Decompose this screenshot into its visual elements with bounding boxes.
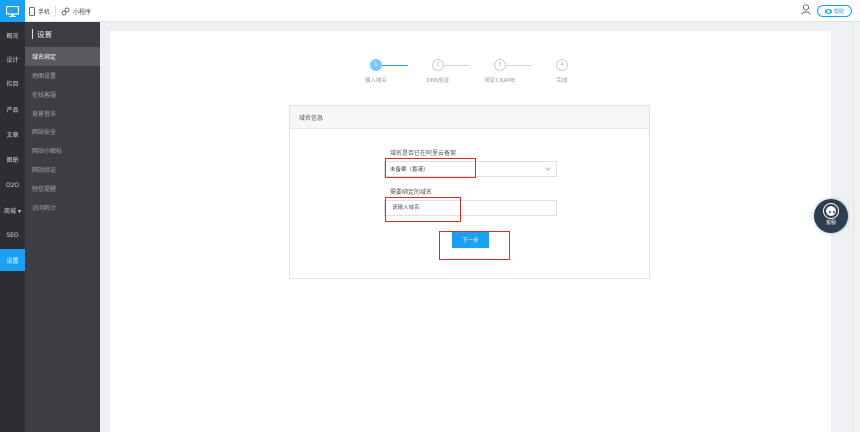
subnav-label: 背景音乐 — [32, 111, 57, 118]
subnav-item-map-settings[interactable]: 地图设置 — [25, 66, 100, 85]
chevron-down-icon — [545, 165, 551, 171]
subnav-label: 网站验证 — [32, 167, 57, 174]
step-4-label: 完成 — [556, 78, 568, 84]
subnav-label: 地图设置 — [32, 73, 57, 80]
card-title: 域名信息 — [290, 106, 649, 129]
subnav-item-sms-reminder[interactable]: 短信提醒 — [25, 179, 100, 198]
rail-item-overview[interactable]: 概况 — [0, 24, 25, 46]
subnav-title: 设置 — [37, 29, 52, 39]
subnav-item-domain-binding[interactable]: 域名绑定 — [25, 47, 100, 66]
step-indicator: 1 2 3 4 输入域名 DNS验证 绑定CNAME 完成 — [364, 58, 576, 88]
step-2-label: DNS验证 — [426, 78, 450, 84]
step-4-circle: 4 — [556, 59, 568, 71]
service-label: 客服 — [825, 220, 836, 226]
annotation-box-next — [439, 231, 510, 260]
eye-icon — [824, 8, 832, 14]
user-icon[interactable] — [801, 4, 811, 17]
help-label: 帮助 — [833, 8, 844, 15]
step-1-circle: 1 — [370, 59, 382, 71]
rail-label: 设计 — [6, 56, 19, 64]
step-3-circle: 3 — [494, 59, 506, 71]
step-2-circle: 2 — [432, 59, 444, 71]
step-connector — [382, 65, 408, 66]
phone-preview-button[interactable]: 手机 — [29, 0, 50, 22]
rail-label: O2O — [5, 181, 20, 189]
rail-label: 设置 — [6, 257, 19, 265]
step-connector — [506, 65, 532, 66]
rail-label: 栏目 — [6, 80, 19, 88]
subnav-item-site-security[interactable]: 网站安全 — [25, 122, 100, 141]
rail-label: 产品 — [6, 106, 19, 114]
subnav-header: 设置 — [25, 22, 100, 46]
rail-label: 商城 ▾ — [4, 207, 21, 215]
subnav-label: 在线客服 — [32, 92, 57, 99]
logo-monitor-icon[interactable] — [0, 0, 25, 22]
subnav-label: 网站小图标 — [32, 148, 63, 155]
domain-field-label: 需要绑定的域名 — [390, 189, 433, 196]
step-connector — [444, 65, 470, 66]
scrollbar[interactable] — [853, 22, 860, 432]
subnav-header-bar — [32, 29, 33, 39]
step-number: 4 — [560, 62, 564, 68]
phone-icon — [29, 6, 35, 16]
rail-label: 文章 — [6, 131, 19, 139]
step-1-label: 输入域名 — [364, 78, 388, 84]
help-button[interactable]: 帮助 — [817, 5, 852, 17]
subnav-item-site-verification[interactable]: 网站验证 — [25, 160, 100, 179]
annotation-box-filing — [385, 158, 476, 178]
top-bar: 手机 小程序 帮助 — [0, 0, 860, 22]
rail-item-mall[interactable]: 商城 ▾ — [0, 199, 25, 221]
rail-label: SEO — [6, 231, 19, 239]
miniapp-label: 小程序 — [73, 8, 92, 16]
miniapp-icon — [61, 7, 70, 15]
subnav-label: 域名绑定 — [32, 54, 57, 61]
topbar-divider — [55, 5, 56, 17]
step-3-label: 绑定CNAME — [484, 78, 516, 84]
subnav-label: 短信提醒 — [32, 186, 57, 193]
step-number: 1 — [374, 62, 378, 68]
rail-label: 概况 — [6, 32, 19, 40]
rail-item-design[interactable]: 设计 — [0, 48, 25, 70]
phone-label: 手机 — [38, 8, 51, 16]
subnav-item-visit-stats[interactable]: 访问统计 — [25, 198, 100, 217]
rail-item-columns[interactable]: 栏目 — [0, 72, 25, 94]
rail-item-settings[interactable]: 设置 — [0, 249, 25, 271]
main-nav-rail: 概况 设计 栏目 产品 文章 图册 O2O 商城 ▾ SEO 设置 — [0, 22, 25, 432]
rail-item-articles[interactable]: 文章 — [0, 123, 25, 145]
annotation-box-domain — [385, 197, 461, 222]
customer-service-button[interactable]: 客服 — [814, 199, 848, 233]
agent-avatar-icon — [824, 204, 838, 218]
rail-item-o2o[interactable]: O2O — [0, 174, 25, 196]
step-number: 3 — [498, 62, 502, 68]
rail-label: 图册 — [6, 156, 19, 164]
rail-item-seo[interactable]: SEO — [0, 224, 25, 246]
rail-item-gallery[interactable]: 图册 — [0, 148, 25, 170]
settings-subnav: 设置 域名绑定 地图设置 在线客服 背景音乐 网站安全 网站小图标 网站验证 短… — [25, 22, 100, 432]
subnav-label: 网站安全 — [32, 129, 57, 136]
subnav-item-favicon[interactable]: 网站小图标 — [25, 141, 100, 160]
miniapp-preview-button[interactable]: 小程序 — [61, 0, 91, 22]
step-number: 2 — [436, 62, 440, 68]
rail-item-products[interactable]: 产品 — [0, 98, 25, 120]
subnav-item-background-music[interactable]: 背景音乐 — [25, 104, 100, 123]
subnav-label: 访问统计 — [32, 205, 57, 212]
filing-status-label: 域名是否已在阿里云备案 — [390, 150, 457, 157]
subnav-item-online-service[interactable]: 在线客服 — [25, 85, 100, 104]
